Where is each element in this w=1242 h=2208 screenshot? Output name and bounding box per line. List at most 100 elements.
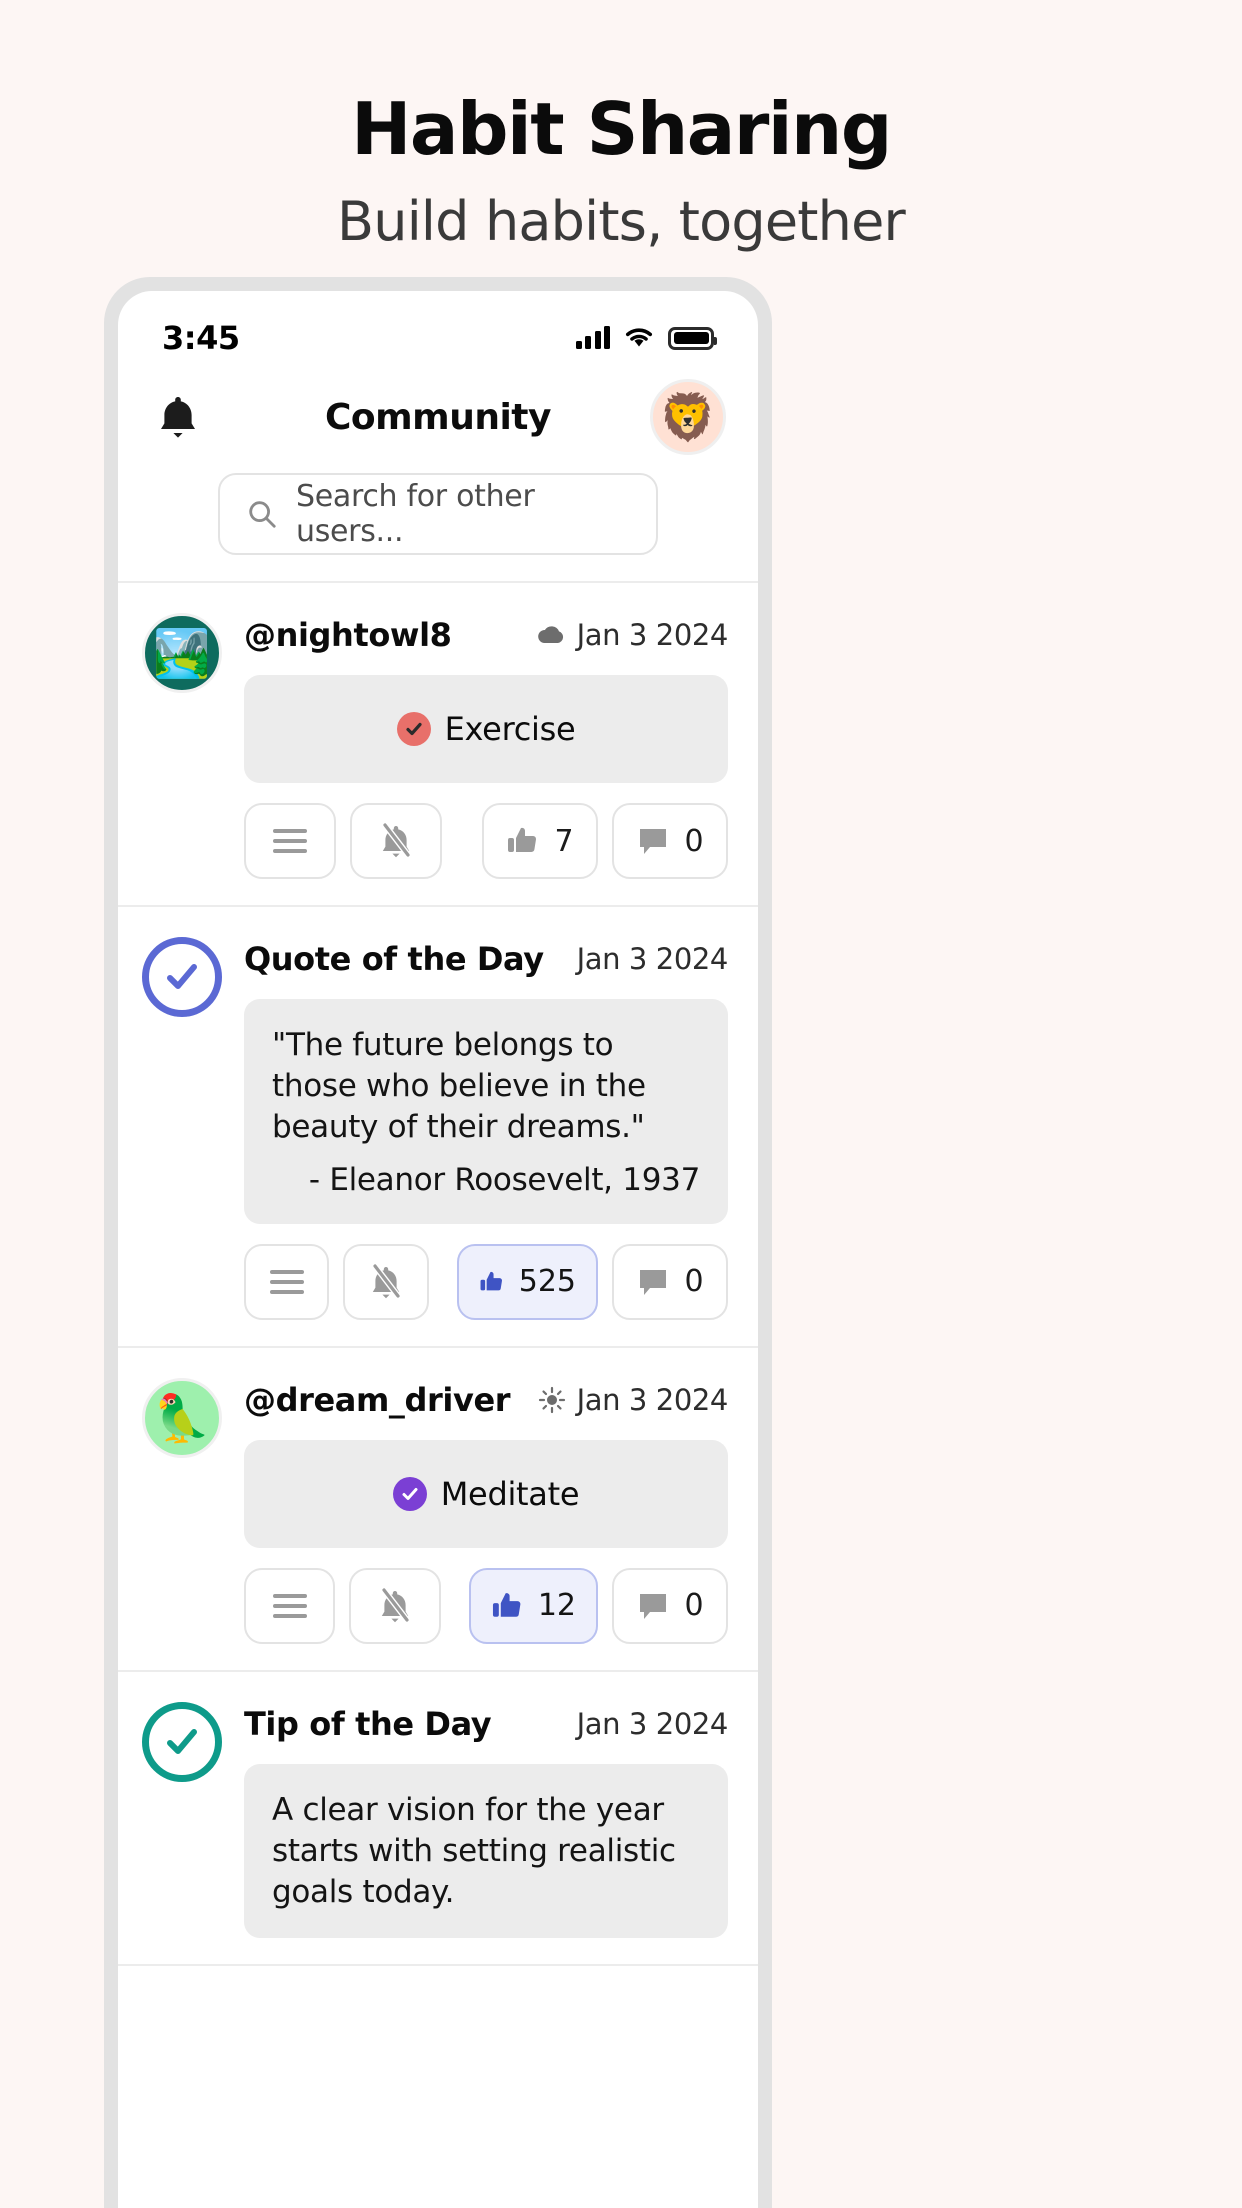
bell-slash-icon — [382, 823, 411, 858]
post-actions: 7 0 — [244, 803, 728, 879]
parrot-icon: 🦜 — [153, 1391, 211, 1444]
post-username[interactable]: @dream_driver — [244, 1381, 511, 1419]
thumbs-up-icon — [480, 1271, 502, 1291]
status-bar: 3:45 — [118, 291, 758, 369]
bell-slash-icon — [372, 1263, 401, 1298]
comment-button[interactable]: 0 — [612, 1567, 728, 1644]
quote-author: - Eleanor Roosevelt, 1937 — [308, 1161, 700, 1198]
mute-button[interactable] — [350, 803, 442, 879]
post-username[interactable]: @nightowl8 — [244, 616, 452, 654]
like-count: 7 — [554, 823, 574, 859]
notifications-button[interactable] — [150, 393, 206, 441]
lion-icon: 🦁 — [659, 391, 717, 443]
like-count: 525 — [518, 1264, 576, 1300]
post-date: Jan 3 2024 — [576, 1382, 729, 1417]
post-header: @nightowl8 Jan 3 2024 — [244, 609, 728, 661]
search-section: Search for other users... — [118, 465, 758, 581]
quote-card: "The future belongs to those who believe… — [244, 999, 728, 1224]
search-input[interactable]: Search for other users... — [218, 473, 658, 555]
promo-subtitle: Build habits, together — [337, 189, 906, 253]
check-circle-icon — [142, 1701, 222, 1782]
post-avatar — [140, 933, 224, 1320]
like-button[interactable]: 525 — [456, 1243, 598, 1320]
quote-text: "The future belongs to those who believe… — [272, 1027, 646, 1145]
post-body: @nightowl8 Jan 3 2024 Exercise 7 0 — [244, 609, 728, 879]
details-button[interactable] — [244, 1567, 336, 1644]
post-header: Quote of the Day Jan 3 2024 — [244, 933, 728, 985]
actions-spacer — [456, 803, 468, 879]
wifi-icon — [626, 328, 652, 347]
habit-chip: Meditate — [392, 1474, 580, 1513]
post-body: Tip of the Day Jan 3 2024 A clear vision… — [244, 1698, 728, 1939]
post-header: Tip of the Day Jan 3 2024 — [244, 1698, 728, 1750]
post-avatar — [140, 1698, 224, 1939]
habit-card: Meditate — [244, 1439, 728, 1548]
promo-title: Habit Sharing — [351, 87, 892, 171]
post-meta: Jan 3 2024 — [576, 942, 729, 976]
post-title: Quote of the Day — [244, 940, 544, 978]
promo-header: Habit Sharing Build habits, together — [0, 0, 1242, 253]
post-date: Jan 3 2024 — [576, 942, 729, 976]
phone-screen: 3:45 Community 🦁 Search for other users.… — [118, 291, 758, 2208]
mute-button[interactable] — [349, 1567, 441, 1644]
habit-status-icon — [392, 1476, 427, 1511]
status-time: 3:45 — [162, 319, 240, 357]
app-header: Community 🦁 — [118, 369, 758, 465]
post-title: Tip of the Day — [244, 1704, 492, 1743]
list-lines-icon — [269, 1264, 304, 1300]
thumbs-up-icon — [492, 1592, 520, 1617]
post-meta: Jan 3 2024 — [576, 1706, 729, 1741]
comment-button[interactable]: 0 — [612, 803, 728, 879]
bell-slash-icon — [381, 1587, 410, 1622]
feed-post-quote-of-the-day[interactable]: Quote of the Day Jan 3 2024 "The future … — [118, 907, 758, 1348]
habit-label: Meditate — [440, 1474, 580, 1513]
post-body: Quote of the Day Jan 3 2024 "The future … — [244, 933, 728, 1320]
sun-icon — [538, 1386, 565, 1413]
like-button[interactable]: 12 — [468, 1567, 598, 1644]
check-circle-icon — [142, 937, 222, 1017]
habit-label: Exercise — [444, 710, 576, 748]
cellular-signal-icon — [575, 326, 610, 349]
post-actions: 525 0 — [244, 1243, 728, 1320]
post-avatar[interactable]: 🦜 — [140, 1374, 224, 1644]
profile-avatar[interactable]: 🦁 — [650, 379, 726, 455]
like-count: 12 — [537, 1588, 576, 1624]
comment-count: 0 — [684, 1588, 704, 1624]
details-button[interactable] — [244, 1243, 330, 1320]
cloud-icon — [537, 626, 563, 643]
feed-post-dream_driver[interactable]: 🦜 @dream_driver Jan 3 2024 Meditate 12 0 — [118, 1348, 758, 1672]
feed-post-tip-of-the-day[interactable]: Tip of the Day Jan 3 2024 A clear vision… — [118, 1672, 758, 1967]
list-lines-icon — [273, 823, 307, 859]
status-icons — [575, 326, 717, 350]
comment-button[interactable]: 0 — [612, 1243, 728, 1320]
comment-count: 0 — [684, 823, 704, 859]
comment-count: 0 — [684, 1264, 704, 1300]
post-meta: Jan 3 2024 — [538, 1383, 728, 1417]
mute-button[interactable] — [343, 1243, 429, 1320]
post-body: @dream_driver Jan 3 2024 Meditate 12 0 — [244, 1374, 728, 1644]
comment-icon — [640, 1269, 667, 1295]
thumbs-up-icon — [508, 827, 537, 853]
habit-status-icon — [396, 712, 431, 746]
post-actions: 12 0 — [244, 1567, 728, 1644]
post-meta: Jan 3 2024 — [536, 618, 728, 652]
search-placeholder: Search for other users... — [295, 479, 535, 549]
battery-icon — [668, 326, 717, 350]
habit-chip: Exercise — [396, 710, 576, 748]
post-avatar[interactable]: 🏞️ — [140, 609, 224, 879]
post-date: Jan 3 2024 — [576, 618, 729, 652]
habit-card: Exercise — [244, 675, 728, 783]
like-button[interactable]: 7 — [482, 803, 598, 879]
comment-icon — [640, 829, 667, 854]
post-date: Jan 3 2024 — [576, 1706, 729, 1741]
tip-text: A clear vision for the year starts with … — [272, 1791, 676, 1910]
list-lines-icon — [272, 1588, 307, 1624]
community-feed: 🏞️ @nightowl8 Jan 3 2024 Exercise 7 0 Qu… — [118, 581, 758, 1967]
phone-frame: 3:45 Community 🦁 Search for other users.… — [104, 277, 772, 2208]
feed-post-nightowl8[interactable]: 🏞️ @nightowl8 Jan 3 2024 Exercise 7 0 — [118, 583, 758, 907]
landscape-icon: 🏞️ — [153, 627, 211, 679]
search-icon — [249, 501, 276, 528]
details-button[interactable] — [244, 803, 336, 879]
bell-icon — [161, 397, 195, 438]
post-header: @dream_driver Jan 3 2024 — [244, 1374, 728, 1426]
